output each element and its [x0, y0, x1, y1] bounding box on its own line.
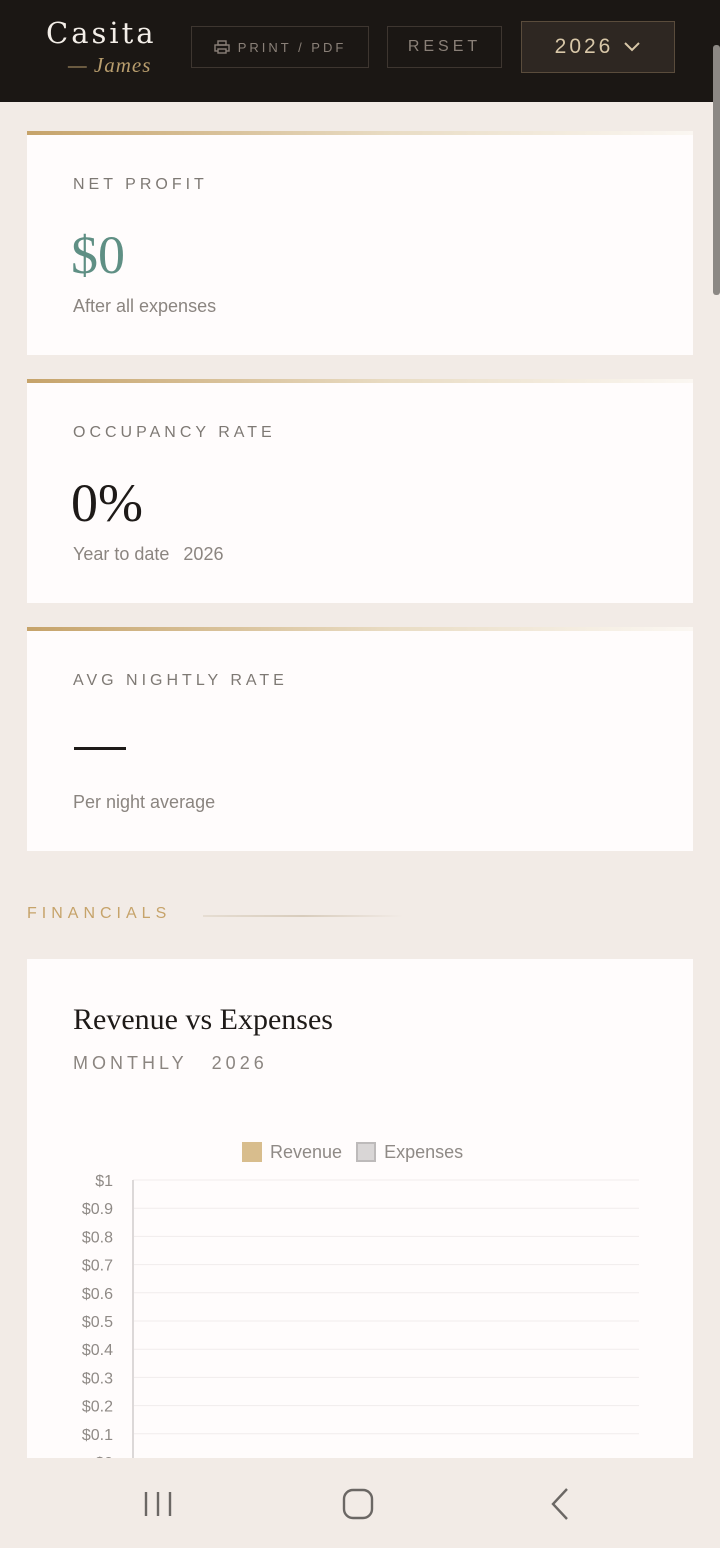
- avg-nightly-rate-card: AVG NIGHTLY RATE Per night average: [27, 627, 693, 851]
- page-scrollbar[interactable]: [713, 45, 720, 295]
- net-profit-caption: After all expenses: [73, 296, 216, 317]
- print-button-label: PRINT / PDF: [237, 39, 347, 55]
- revenue-expenses-chart: $1 $0.9 $0.8 $0.7 $0.6 $0.5 $0.4 $0.3 $0.2 $0.1 $0: [82, 1173, 639, 1458]
- occupancy-caption-year: 2026: [183, 544, 224, 564]
- occupancy-rate-caption: Year to date 2026: [73, 544, 223, 565]
- print-button[interactable]: PRINT / PDF: [191, 26, 369, 68]
- y-axis-tick-label: $0.1: [82, 1427, 113, 1444]
- system-navigation-bar: [0, 1460, 720, 1548]
- avg-nightly-caption-text: Per night average: [73, 792, 216, 812]
- y-axis-tick-label: $0.2: [82, 1399, 113, 1416]
- home-button[interactable]: [328, 1484, 388, 1524]
- y-axis-tick-label: $0.5: [82, 1314, 113, 1331]
- printer-icon: [213, 40, 230, 54]
- top-header: Casita — James PRINT / PDF RESET 2026: [0, 0, 720, 102]
- avg-nightly-rate-label: AVG NIGHTLY RATE: [73, 672, 288, 689]
- occupancy-rate-label: OCCUPANCY RATE: [73, 424, 276, 441]
- brand: Casita — James: [46, 14, 157, 78]
- revenue-swatch: [242, 1142, 262, 1162]
- y-axis-tick-label: $0.6: [82, 1286, 113, 1303]
- recent-apps-icon: [144, 1492, 172, 1516]
- occupancy-rate-card: OCCUPANCY RATE 0% Year to date 2026: [27, 379, 693, 603]
- chart-subtitle-period: MONTHLY: [73, 1053, 188, 1073]
- legend-revenue-label: Revenue: [270, 1141, 343, 1162]
- net-profit-value: $0: [71, 225, 125, 285]
- net-profit-label: NET PROFIT: [73, 176, 208, 193]
- back-icon: [551, 1488, 568, 1520]
- net-profit-card: NET PROFIT $0 After all expenses: [27, 131, 693, 355]
- card-accent-bar: [27, 131, 693, 135]
- avg-nightly-rate-value-empty: [74, 747, 126, 750]
- chevron-down-icon: [624, 42, 641, 52]
- expenses-swatch: [356, 1142, 377, 1162]
- brand-owner: — James: [68, 53, 152, 77]
- year-select[interactable]: 2026: [521, 21, 675, 73]
- recent-apps-button[interactable]: [128, 1484, 188, 1524]
- card-accent-bar: [27, 627, 693, 631]
- chart-title: Revenue vs Expenses: [73, 1003, 333, 1036]
- reset-button-label: RESET: [407, 38, 482, 55]
- card-accent-bar: [27, 379, 693, 383]
- legend-item-expenses[interactable]: Expenses: [356, 1142, 463, 1163]
- chart-legend[interactable]: Revenue Expenses: [242, 1140, 463, 1164]
- y-axis-tick-label: $0.8: [82, 1229, 113, 1246]
- y-axis-tick-label: $0.7: [82, 1258, 113, 1275]
- y-axis-tick-label: $0.3: [82, 1370, 113, 1387]
- net-profit-caption-text: After all expenses: [73, 296, 217, 316]
- reset-button[interactable]: RESET: [387, 26, 502, 68]
- occupancy-rate-value: 0%: [71, 473, 143, 533]
- y-axis-tick-label: $0: [95, 1455, 113, 1458]
- dashboard-page: Casita — James PRINT / PDF RESET 2026 NE…: [0, 0, 720, 1548]
- back-button[interactable]: [530, 1484, 590, 1524]
- legend-item-revenue[interactable]: Revenue: [242, 1142, 342, 1163]
- legend-expenses-label: Expenses: [384, 1141, 464, 1162]
- home-icon: [342, 1488, 374, 1520]
- financials-section-heading: FINANCIALS: [27, 905, 172, 922]
- y-axis-tick-label: $1: [95, 1173, 113, 1190]
- chart-subtitle-year: 2026: [211, 1053, 268, 1073]
- revenue-expenses-chart-card: Revenue vs Expenses MONTHLY 2026 Revenue …: [27, 959, 693, 1458]
- year-select-value: 2026: [554, 35, 614, 58]
- avg-nightly-rate-caption: Per night average: [73, 792, 215, 813]
- section-divider: [203, 915, 403, 917]
- brand-name: Casita: [46, 16, 157, 50]
- y-axis-tick-label: $0.9: [82, 1201, 113, 1218]
- chart-subtitle: MONTHLY 2026: [73, 1053, 268, 1074]
- occupancy-caption-text: Year to date: [73, 544, 170, 564]
- y-axis-tick-label: $0.4: [82, 1342, 113, 1359]
